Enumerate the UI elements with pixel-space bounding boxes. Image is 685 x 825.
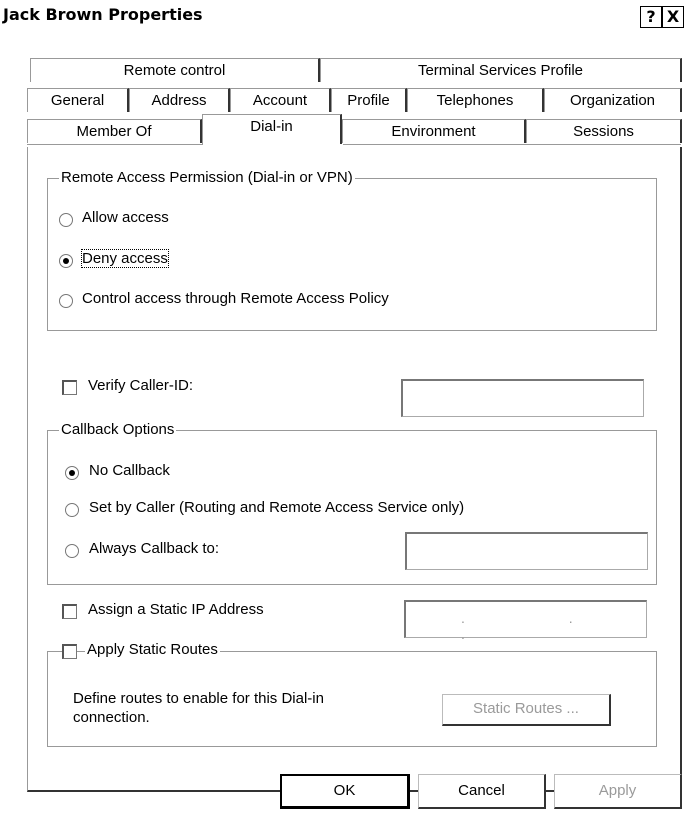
tab-remote-control[interactable]: Remote control <box>30 58 320 82</box>
set-by-caller-label[interactable]: Set by Caller (Routing and Remote Access… <box>89 499 464 516</box>
title-bar[interactable]: Jack Brown Properties ? X <box>0 0 685 33</box>
no-callback-radio[interactable] <box>65 466 79 480</box>
always-callback-radio[interactable] <box>65 544 79 558</box>
static-routes-checkbox[interactable] <box>62 644 77 659</box>
remote-access-group-label: Remote Access Permission (Dial-in or VPN… <box>59 169 355 186</box>
tab-sessions[interactable]: Sessions <box>526 119 682 143</box>
window-title: Jack Brown Properties <box>3 5 203 24</box>
control-access-policy-label[interactable]: Control access through Remote Access Pol… <box>82 290 389 307</box>
cancel-button[interactable]: Cancel <box>418 774 546 809</box>
help-button[interactable]: ? <box>640 6 662 28</box>
tab-member-of[interactable]: Member Of <box>27 119 202 143</box>
set-by-caller-radio[interactable] <box>65 503 79 517</box>
close-button[interactable]: X <box>662 6 684 28</box>
allow-access-label[interactable]: Allow access <box>82 209 169 226</box>
control-access-policy-radio[interactable] <box>59 294 73 308</box>
tab-dial-in[interactable]: Dial-in <box>202 114 342 144</box>
always-callback-label[interactable]: Always Callback to: <box>89 540 219 557</box>
static-routes-description: Define routes to enable for this Dial-in… <box>73 690 324 726</box>
static-ip-label[interactable]: Assign a Static IP Address <box>88 601 264 618</box>
tab-account[interactable]: Account <box>230 88 331 112</box>
page-top-border <box>27 144 203 145</box>
static-routes-label[interactable]: Apply Static Routes <box>85 641 220 658</box>
deny-access-label[interactable]: Deny access <box>81 249 169 268</box>
callback-number-field[interactable] <box>405 532 648 570</box>
remote-access-group: Remote Access Permission (Dial-in or VPN… <box>47 169 657 331</box>
caller-id-field[interactable] <box>401 379 644 417</box>
static-routes-button[interactable]: Static Routes ... <box>442 694 611 726</box>
callback-options-group: Callback Options No Callback Set by Call… <box>47 421 657 585</box>
tab-organization[interactable]: Organization <box>544 88 682 112</box>
ip-address-dots: . . . <box>461 610 623 642</box>
dialog-body: Remote control Terminal Services Profile… <box>0 33 685 825</box>
static-routes-group: Apply Static Routes Define routes to ena… <box>47 641 657 747</box>
page-top-border-right <box>343 144 681 145</box>
allow-access-radio[interactable] <box>59 213 73 227</box>
apply-button[interactable]: Apply <box>554 774 682 809</box>
ok-button[interactable]: OK <box>280 774 410 809</box>
no-callback-label[interactable]: No Callback <box>89 462 170 479</box>
tab-telephones[interactable]: Telephones <box>407 88 544 112</box>
tab-address[interactable]: Address <box>129 88 230 112</box>
tab-profile[interactable]: Profile <box>331 88 407 112</box>
static-ip-field[interactable]: . . . <box>404 600 647 642</box>
static-ip-checkbox[interactable] <box>62 604 77 619</box>
callback-options-group-label: Callback Options <box>59 421 177 438</box>
deny-access-radio[interactable] <box>59 254 73 268</box>
dial-in-page: Remote Access Permission (Dial-in or VPN… <box>27 144 682 792</box>
verify-caller-id-checkbox[interactable] <box>62 380 77 395</box>
tab-terminal-services-profile[interactable]: Terminal Services Profile <box>320 58 682 82</box>
properties-dialog: Jack Brown Properties ? X Remote control… <box>0 0 685 825</box>
tab-environment[interactable]: Environment <box>342 119 526 143</box>
verify-caller-id-label[interactable]: Verify Caller-ID: <box>88 377 193 394</box>
tab-general[interactable]: General <box>27 88 129 112</box>
